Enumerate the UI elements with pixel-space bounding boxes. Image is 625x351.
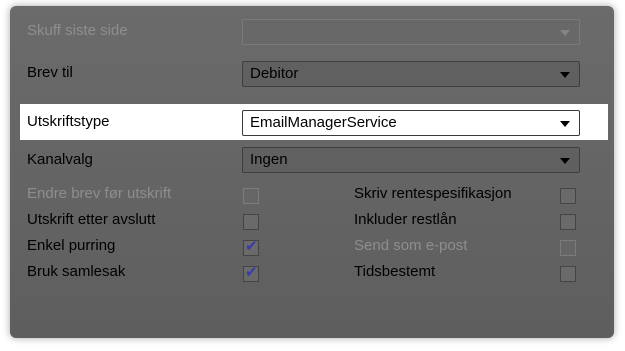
checkmark-icon: ✔	[245, 264, 258, 281]
dropdown-value: Debitor	[250, 65, 299, 82]
checkbox-tidsbestemt[interactable]	[560, 266, 576, 282]
label-skriv-rentespesifikasjon: Skriv rentespesifikasjon	[354, 185, 512, 202]
label-utskriftstype: Utskriftstype	[27, 113, 110, 130]
checkbox-send-som-epost[interactable]	[560, 240, 576, 256]
label-bruk-samlesak: Bruk samlesak	[27, 263, 126, 280]
checkbox-enkel-purring[interactable]: ✔	[243, 238, 259, 256]
label-endre-brev: Endre brev før utskrift	[27, 185, 172, 202]
label-tidsbestemt: Tidsbestemt	[354, 263, 436, 280]
checkbox-endre-brev[interactable]	[243, 188, 259, 204]
checkbox-skriv-rentespesifikasjon[interactable]	[560, 188, 576, 204]
label-skuff-siste-side: Skuff siste side	[27, 22, 128, 39]
label-kanalvalg: Kanalvalg	[27, 151, 93, 168]
checkmark-icon: ✔	[245, 238, 258, 255]
dropdown-kanalvalg[interactable]: Ingen	[242, 147, 580, 173]
chevron-down-icon	[560, 121, 570, 127]
label-enkel-purring: Enkel purring	[27, 237, 116, 254]
chevron-down-icon	[560, 30, 570, 36]
dropdown-brev-til[interactable]: Debitor	[242, 61, 580, 87]
label-inkluder-restlan: Inkluder restlån	[354, 211, 457, 228]
checkbox-bruk-samlesak[interactable]: ✔	[243, 264, 259, 282]
chevron-down-icon	[560, 158, 570, 164]
label-send-som-epost: Send som e-post	[354, 237, 468, 254]
checkbox-utskrift-etter-avslutt[interactable]	[243, 214, 259, 230]
checkbox-inkluder-restlan[interactable]	[560, 214, 576, 230]
label-brev-til: Brev til	[27, 64, 73, 81]
dropdown-value: Ingen	[250, 151, 288, 168]
dropdown-utskriftstype[interactable]: EmailManagerService	[242, 110, 580, 136]
dropdown-skuff-siste-side[interactable]	[242, 19, 580, 45]
dropdown-value: EmailManagerService	[250, 114, 397, 131]
label-utskrift-etter-avslutt: Utskrift etter avslutt	[27, 211, 156, 228]
settings-panel: Skuff siste side Brev til Debitor Utskri…	[10, 6, 614, 338]
chevron-down-icon	[560, 72, 570, 78]
